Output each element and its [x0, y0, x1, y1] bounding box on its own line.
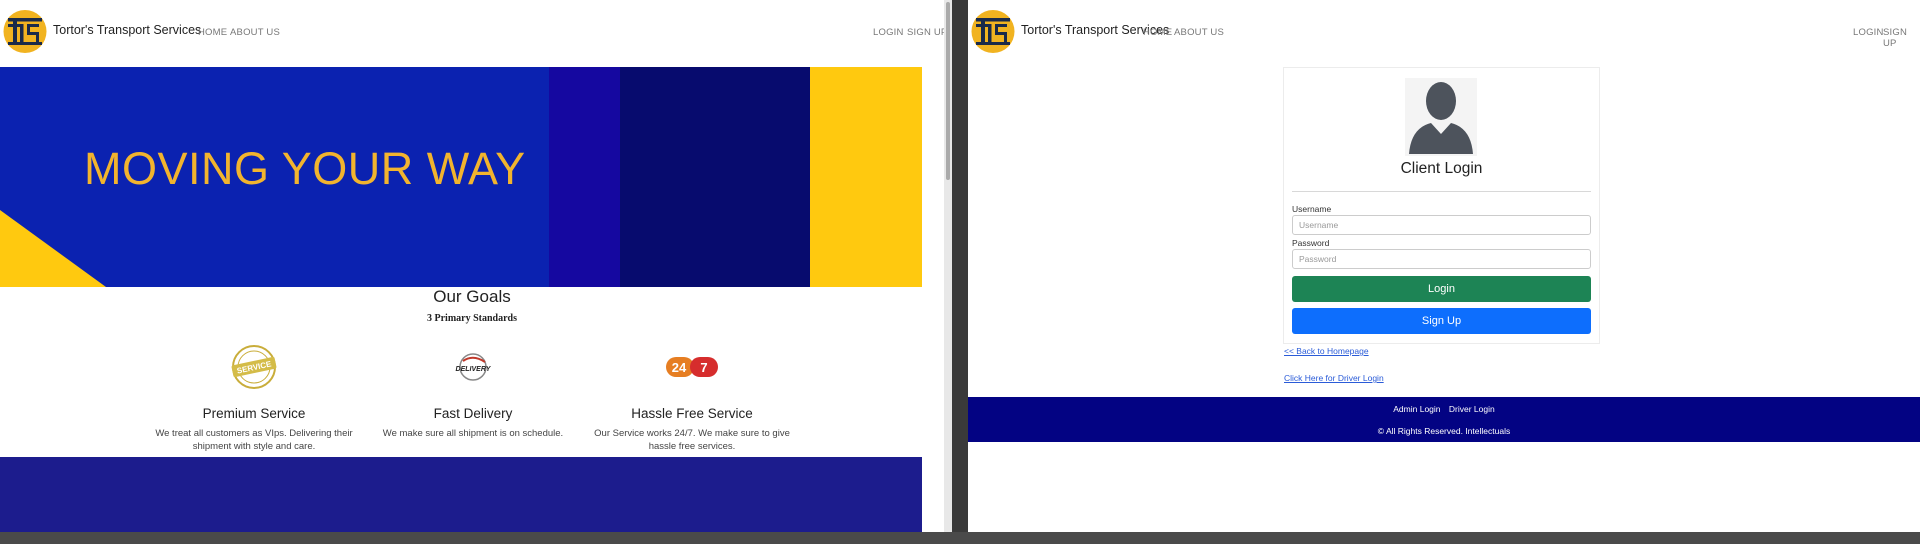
home-page-window: Tortor's Transport Services HOME ABOUT U… [0, 0, 952, 532]
hero-stripe [620, 67, 810, 287]
user-avatar-icon [1409, 82, 1473, 154]
sign-up-button[interactable]: Sign Up [1292, 308, 1591, 334]
svg-text:7: 7 [700, 360, 707, 375]
goal-hassle-free: 24 7 Hassle Free Service Our Service wor… [592, 344, 792, 453]
nav-home[interactable]: HOME [1143, 27, 1172, 38]
company-logo[interactable] [3, 6, 47, 57]
back-to-homepage-link[interactable]: << Back to Homepage [1284, 346, 1369, 356]
goal-text: Our Service works 24/7. We make sure to … [594, 428, 790, 452]
nav-login[interactable]: LOGIN [873, 27, 904, 38]
section-band [0, 457, 922, 532]
goal-title: Fast Delivery [433, 406, 513, 421]
goal-title: Premium Service [202, 406, 306, 421]
avatar [1405, 78, 1477, 156]
nav-about-us[interactable]: ABOUT US [1174, 27, 1224, 38]
goal-title: Hassle Free Service [631, 406, 753, 421]
footer-admin-login[interactable]: Admin Login [1393, 404, 1440, 414]
navbar: Tortor's Transport Services HOME ABOUT U… [0, 0, 952, 66]
navbar: Tortor's Transport Services HOME ABOUT U… [968, 0, 1920, 66]
username-label: Username [1292, 204, 1332, 214]
footer: Admin Login Driver Login © All Rights Re… [968, 397, 1920, 442]
scrollbar-thumb[interactable] [946, 2, 950, 180]
hero-banner: MOVING YOUR WAY [0, 67, 922, 287]
driver-login-link[interactable]: Click Here for Driver Login [1284, 373, 1384, 383]
hero-stripe [549, 67, 621, 287]
hero-title: MOVING YOUR WAY [84, 143, 526, 194]
fast-delivery-icon: DELIVERY [373, 344, 573, 390]
footer-links: Admin Login Driver Login [968, 404, 1920, 414]
premium-service-badge-icon: SERVICE [154, 344, 354, 390]
svg-text:24: 24 [672, 360, 687, 375]
password-input[interactable]: Password [1292, 249, 1591, 269]
nav-home[interactable]: HOME [198, 27, 227, 38]
nav-sign-up[interactable]: SIGN UP [1883, 27, 1920, 49]
footer-driver-login[interactable]: Driver Login [1449, 404, 1495, 414]
goal-premium-service: SERVICE Premium Service We treat all cus… [154, 344, 354, 453]
taskbar-strip [0, 532, 1920, 544]
divider [1292, 191, 1591, 192]
goal-text: We treat all customers as VIps. Deliveri… [155, 428, 353, 452]
nav-sign-up[interactable]: SIGN UP [907, 27, 947, 38]
copyright: © All Rights Reserved. Intellectuals [1377, 426, 1511, 436]
goals-subtitle: 3 Primary Standards [427, 313, 517, 324]
nav-login[interactable]: LOGIN [1853, 27, 1884, 38]
brand-name[interactable]: Tortor's Transport Services [53, 23, 201, 37]
card-title: Client Login [1400, 160, 1483, 177]
login-button[interactable]: Login [1292, 276, 1591, 302]
goals-title: Our Goals [433, 287, 511, 306]
goal-fast-delivery: DELIVERY Fast Delivery We make sure all … [373, 344, 573, 440]
hero-yellow-panel [810, 67, 922, 287]
password-label: Password [1292, 238, 1330, 248]
goal-text: We make sure all shipment is on schedule… [382, 428, 564, 439]
window-divider[interactable] [952, 0, 968, 532]
username-input[interactable]: Username [1292, 215, 1591, 235]
svg-text:DELIVERY: DELIVERY [456, 366, 491, 373]
nav-about-us[interactable]: ABOUT US [230, 27, 280, 38]
company-logo[interactable] [971, 6, 1015, 57]
24-7-icon: 24 7 [592, 344, 792, 390]
